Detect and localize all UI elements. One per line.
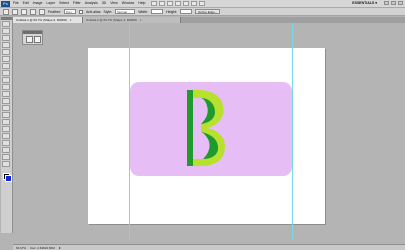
eraser-tool-icon[interactable]: [2, 91, 10, 97]
style-select[interactable]: Normal: [115, 9, 136, 14]
menu-3d[interactable]: 3D: [102, 0, 106, 7]
menu-image[interactable]: Image: [33, 0, 43, 7]
feather-field[interactable]: 0 px: [64, 9, 77, 14]
type-tool-icon[interactable]: [2, 126, 10, 132]
document-size: Doc: 2.64M/4.50M: [30, 245, 55, 250]
path-selection-tool-icon[interactable]: [2, 133, 10, 139]
menu-help[interactable]: Help: [138, 0, 145, 7]
floating-panel: [22, 30, 43, 45]
antialias-checkbox[interactable]: [79, 9, 84, 14]
launch-mini-bridge-icon[interactable]: [159, 1, 166, 6]
move-tool-icon[interactable]: [2, 21, 10, 27]
subtract-selection-icon[interactable]: [30, 8, 36, 15]
document-tab-bar: Untitled-1 @ 66.7% (Shape 6, RGB/8) × Unt…: [13, 17, 405, 23]
tab-close-icon[interactable]: ×: [70, 18, 72, 22]
crop-tool-icon[interactable]: [2, 49, 10, 55]
eyedropper-tool-icon[interactable]: [2, 56, 10, 62]
menu-filter[interactable]: Filter: [73, 0, 81, 7]
close-icon[interactable]: [398, 1, 403, 5]
tab-label: Untitled-2 @ 66.7% (Shape 3, RGB/8): [86, 18, 137, 22]
menu-edit[interactable]: Edit: [23, 0, 29, 7]
workspace-switcher[interactable]: ESSENTIALS ▾: [352, 0, 377, 7]
menu-view[interactable]: View: [110, 0, 118, 7]
launch-bridge-icon[interactable]: [151, 1, 158, 6]
feather-label: Feather:: [48, 9, 62, 14]
add-to-selection-icon[interactable]: [21, 8, 27, 15]
lasso-tool-icon[interactable]: [2, 35, 10, 41]
screen-mode-icon[interactable]: [199, 1, 206, 6]
arrange-documents-icon[interactable]: [191, 1, 198, 6]
marquee-tool-preset-icon[interactable]: [3, 8, 9, 15]
background-color-swatch[interactable]: [5, 175, 12, 182]
gradient-tool-icon[interactable]: [2, 98, 10, 104]
dodge-tool-icon[interactable]: [2, 112, 10, 118]
panel-icon-button[interactable]: [26, 36, 33, 43]
height-label: Height:: [166, 9, 178, 14]
menu-file[interactable]: File: [13, 0, 19, 7]
document-tab[interactable]: Untitled-2 @ 66.7% (Shape 3, RGB/8) ×: [83, 17, 181, 23]
blur-tool-icon[interactable]: [2, 105, 10, 111]
photoshop-logo: Ps: [1, 0, 10, 7]
marquee-tool-icon[interactable]: [2, 28, 10, 34]
tools-panel: [1, 17, 13, 233]
menu-window[interactable]: Window: [122, 0, 134, 7]
status-menu-arrow-icon[interactable]: [58, 246, 61, 249]
menu-layer[interactable]: Layer: [46, 0, 55, 7]
window-controls: [384, 1, 403, 5]
hand-tool-icon[interactable]: [183, 1, 190, 6]
clone-stamp-tool-icon[interactable]: [2, 77, 10, 83]
vertical-guide-line[interactable]: [129, 23, 130, 240]
application-bar: Ps File Edit Image Layer Select Filter A…: [0, 0, 405, 8]
options-bar: Feather: 0 px Anti-alias Style: Normal W…: [0, 8, 405, 16]
height-field[interactable]: [180, 9, 193, 14]
new-selection-icon[interactable]: [12, 8, 18, 15]
panel-icon-button[interactable]: [34, 36, 41, 43]
view-extras-icon[interactable]: [167, 1, 174, 6]
width-field[interactable]: [151, 9, 164, 14]
menu-analysis[interactable]: Analysis: [85, 0, 98, 7]
app-bar-controls: [151, 1, 206, 6]
quick-selection-tool-icon[interactable]: [2, 42, 10, 48]
tab-close-icon[interactable]: ×: [140, 18, 142, 22]
refine-edge-button[interactable]: Refine Edge...: [195, 9, 221, 14]
hand-tool-icon[interactable]: [2, 154, 10, 160]
floating-panel-header[interactable]: [23, 31, 42, 34]
zoom-level-icon[interactable]: [175, 1, 182, 6]
vertical-guide-line[interactable]: [292, 23, 293, 240]
3d-rotate-tool-icon[interactable]: [2, 147, 10, 153]
maximize-icon[interactable]: [391, 1, 396, 5]
green-number-three-shape[interactable]: [183, 90, 233, 166]
zoom-tool-icon[interactable]: [2, 161, 10, 167]
style-label: Style:: [103, 9, 113, 14]
shape-tool-icon[interactable]: [2, 140, 10, 146]
history-brush-tool-icon[interactable]: [2, 84, 10, 90]
zoom-level[interactable]: 66.67%: [16, 246, 26, 250]
pen-tool-icon[interactable]: [2, 119, 10, 125]
healing-brush-tool-icon[interactable]: [2, 63, 10, 69]
status-bar: 66.67% Doc: 2.64M/4.50M: [13, 244, 405, 250]
antialias-label: Anti-alias: [86, 9, 101, 14]
minimize-icon[interactable]: [384, 1, 389, 5]
tools-panel-header[interactable]: [1, 17, 12, 20]
menu-bar: File Edit Image Layer Select Filter Anal…: [13, 0, 145, 7]
intersect-selection-icon[interactable]: [39, 8, 45, 15]
width-label: Width:: [138, 9, 149, 14]
menu-select[interactable]: Select: [59, 0, 69, 7]
tab-label: Untitled-1 @ 66.7% (Shape 6, RGB/8): [16, 18, 67, 22]
brush-tool-icon[interactable]: [2, 70, 10, 76]
document-tab-active[interactable]: Untitled-1 @ 66.7% (Shape 6, RGB/8) ×: [13, 17, 83, 23]
